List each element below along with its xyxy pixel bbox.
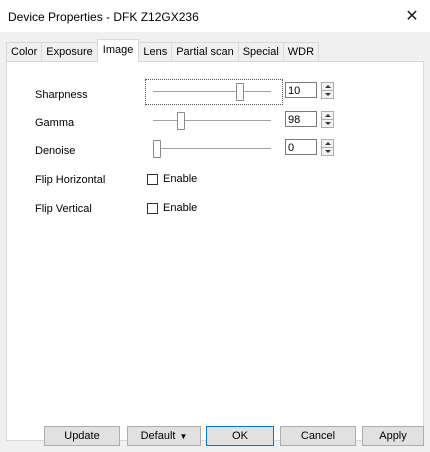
- denoise-slider-thumb[interactable]: [153, 140, 161, 158]
- spin-up-icon: [325, 85, 331, 88]
- spin-down-icon: [325, 122, 331, 125]
- dialog-client: Color Exposure Image Lens Partial scan S…: [0, 32, 430, 452]
- tab-label: Exposure: [46, 46, 93, 58]
- spin-down-icon: [325, 93, 331, 96]
- window-title: Device Properties - DFK Z12GX236: [8, 10, 199, 24]
- apply-button[interactable]: Apply: [362, 426, 424, 446]
- tab-label: WDR: [287, 46, 315, 58]
- tab-exposure[interactable]: Exposure: [41, 42, 98, 62]
- slider-focus-rect: [145, 79, 283, 105]
- flip-vertical-enable-label[interactable]: Enable: [163, 202, 197, 214]
- tab-label: Partial scan: [176, 46, 234, 58]
- close-icon: ✕: [405, 8, 419, 25]
- flip-vertical-label: Flip Vertical: [35, 203, 92, 215]
- spin-up-icon: [325, 142, 331, 145]
- flip-horizontal-enable-label[interactable]: Enable: [163, 173, 197, 185]
- tab-label: Special: [242, 46, 279, 58]
- flip-horizontal-checkbox[interactable]: [147, 174, 158, 185]
- tab-strip: Color Exposure Image Lens Partial scan S…: [6, 39, 320, 62]
- gamma-label: Gamma: [35, 117, 75, 129]
- close-button[interactable]: ✕: [394, 0, 430, 32]
- spin-divider: [322, 90, 333, 91]
- default-dropdown-button[interactable]: Default ▼: [127, 426, 201, 446]
- tab-special[interactable]: Special: [237, 42, 284, 62]
- tab-label: Image: [102, 44, 134, 56]
- denoise-label: Denoise: [35, 145, 76, 157]
- denoise-value-input[interactable]: 0: [285, 139, 317, 155]
- gamma-value-input[interactable]: 98: [285, 111, 317, 127]
- update-button[interactable]: Update: [44, 426, 120, 446]
- spin-divider: [322, 119, 333, 120]
- sharpness-label: Sharpness: [35, 89, 88, 101]
- denoise-spinner[interactable]: [321, 139, 334, 156]
- sharpness-spinner[interactable]: [321, 82, 334, 99]
- tab-label: Color: [11, 46, 38, 58]
- spin-divider: [322, 147, 333, 148]
- gamma-spinner[interactable]: [321, 111, 334, 128]
- flip-horizontal-label: Flip Horizontal: [35, 174, 106, 186]
- cancel-button[interactable]: Cancel: [280, 426, 356, 446]
- apply-button-label: Apply: [379, 430, 407, 442]
- update-button-label: Update: [64, 430, 100, 442]
- spin-down-icon: [325, 150, 331, 153]
- chevron-down-icon: ▼: [179, 432, 188, 441]
- sharpness-value-input[interactable]: 10: [285, 82, 317, 98]
- tab-image[interactable]: Image: [96, 39, 140, 62]
- flip-vertical-checkbox[interactable]: [147, 203, 158, 214]
- sharpness-slider-track: [153, 91, 271, 92]
- default-button-label: Default: [140, 430, 176, 442]
- gamma-slider-track: [153, 120, 271, 121]
- tab-lens[interactable]: Lens: [138, 42, 173, 62]
- tab-label: Lens: [143, 46, 168, 58]
- spin-up-icon: [325, 114, 331, 117]
- ok-button[interactable]: OK: [206, 426, 274, 446]
- gamma-slider-thumb[interactable]: [177, 112, 186, 130]
- tab-page-image: Sharpness 10 Gamma 98 Denoise 0 Flip Hor…: [6, 61, 424, 441]
- cancel-button-label: Cancel: [300, 430, 336, 442]
- tab-color[interactable]: Color: [6, 42, 43, 62]
- sharpness-slider-thumb[interactable]: [235, 83, 244, 101]
- tab-partial-scan[interactable]: Partial scan: [171, 42, 239, 62]
- denoise-slider-track: [153, 148, 271, 149]
- tab-wdr[interactable]: WDR: [282, 42, 320, 62]
- title-bar: Device Properties - DFK Z12GX236 ✕: [0, 0, 430, 32]
- ok-button-label: OK: [232, 430, 248, 442]
